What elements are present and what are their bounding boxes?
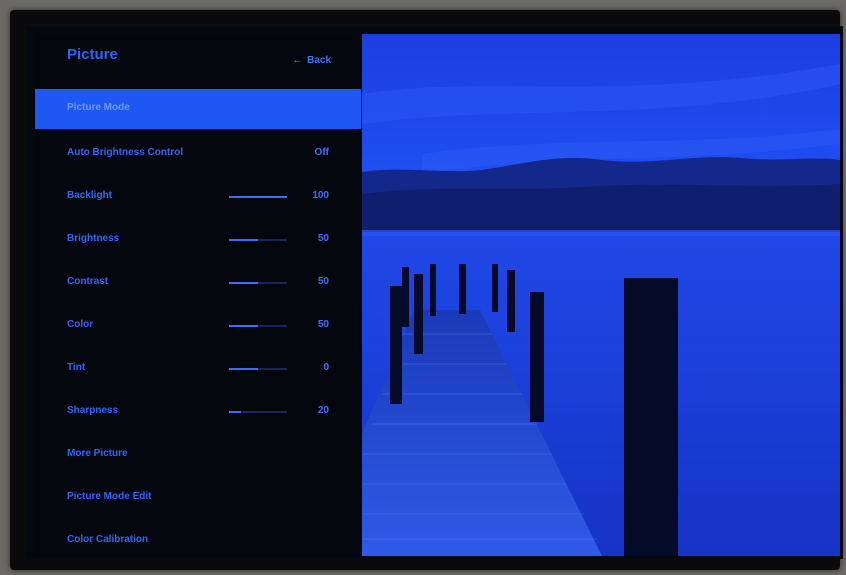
menu-item-tint[interactable]: Tint 0 (35, 353, 361, 385)
menu-item-value: 100 (312, 190, 329, 201)
menu-item-label: Brightness (67, 233, 120, 244)
menu-item-label: Sharpness (67, 405, 119, 416)
menu-item-contrast[interactable]: Contrast 50 (35, 267, 361, 299)
menu-item-value: 50 (317, 319, 329, 330)
slider-track[interactable] (229, 282, 287, 284)
lake-pier-image (362, 34, 840, 556)
menu-title: Picture (67, 46, 118, 63)
picture-settings-menu: Picture ← Back Picture Mode Auto Brightn… (35, 34, 361, 556)
menu-item-label: Tint (67, 362, 86, 373)
slider-fill (229, 196, 287, 198)
menu-item-label: Color (67, 319, 94, 330)
slider-track[interactable] (229, 239, 287, 241)
menu-item-color[interactable]: Color 50 (35, 310, 361, 342)
menu-item-sharpness[interactable]: Sharpness 20 (35, 396, 361, 428)
menu-item-label: More Picture (67, 448, 128, 459)
menu-item-more-picture[interactable]: More Picture (35, 439, 361, 471)
slider-fill (229, 411, 241, 413)
slider-fill (229, 368, 258, 370)
menu-item-picture-mode-edit[interactable]: Picture Mode Edit (35, 482, 361, 514)
slider-fill (229, 239, 258, 241)
menu-item-label: Contrast (67, 276, 109, 287)
menu-item-value: 20 (317, 405, 329, 416)
background-photo (362, 34, 840, 556)
slider-fill (229, 282, 258, 284)
menu-item-label: Picture Mode Edit (67, 491, 152, 502)
menu-item-value: 0 (323, 362, 329, 373)
menu-item-color-calibration[interactable]: Color Calibration (35, 525, 361, 557)
slider-fill (229, 325, 258, 327)
menu-item-value: 50 (317, 233, 329, 244)
slider-track[interactable] (229, 196, 287, 198)
slider-track[interactable] (229, 325, 287, 327)
menu-item-backlight[interactable]: Backlight 100 (35, 181, 361, 213)
menu-item-label: Auto Brightness Control (67, 147, 184, 158)
menu-item-picture-mode[interactable]: Picture Mode (35, 89, 361, 129)
menu-item-label: Backlight (67, 190, 113, 201)
tv-screen: Picture ← Back Picture Mode Auto Brightn… (27, 26, 843, 559)
menu-item-brightness[interactable]: Brightness 50 (35, 224, 361, 256)
slider-track[interactable] (229, 411, 287, 413)
arrow-left-icon: ← (292, 54, 304, 66)
menu-item-auto-brightness[interactable]: Auto Brightness Control Off (35, 138, 361, 170)
menu-item-label: Color Calibration (67, 534, 149, 545)
slider-track[interactable] (229, 368, 287, 370)
menu-item-value: Off (314, 147, 329, 158)
menu-header: Picture ← Back (35, 34, 361, 84)
back-button[interactable]: ← Back (292, 54, 331, 66)
back-label: Back (307, 54, 331, 66)
menu-item-value: 50 (317, 276, 329, 287)
menu-item-label: Picture Mode (67, 102, 130, 113)
